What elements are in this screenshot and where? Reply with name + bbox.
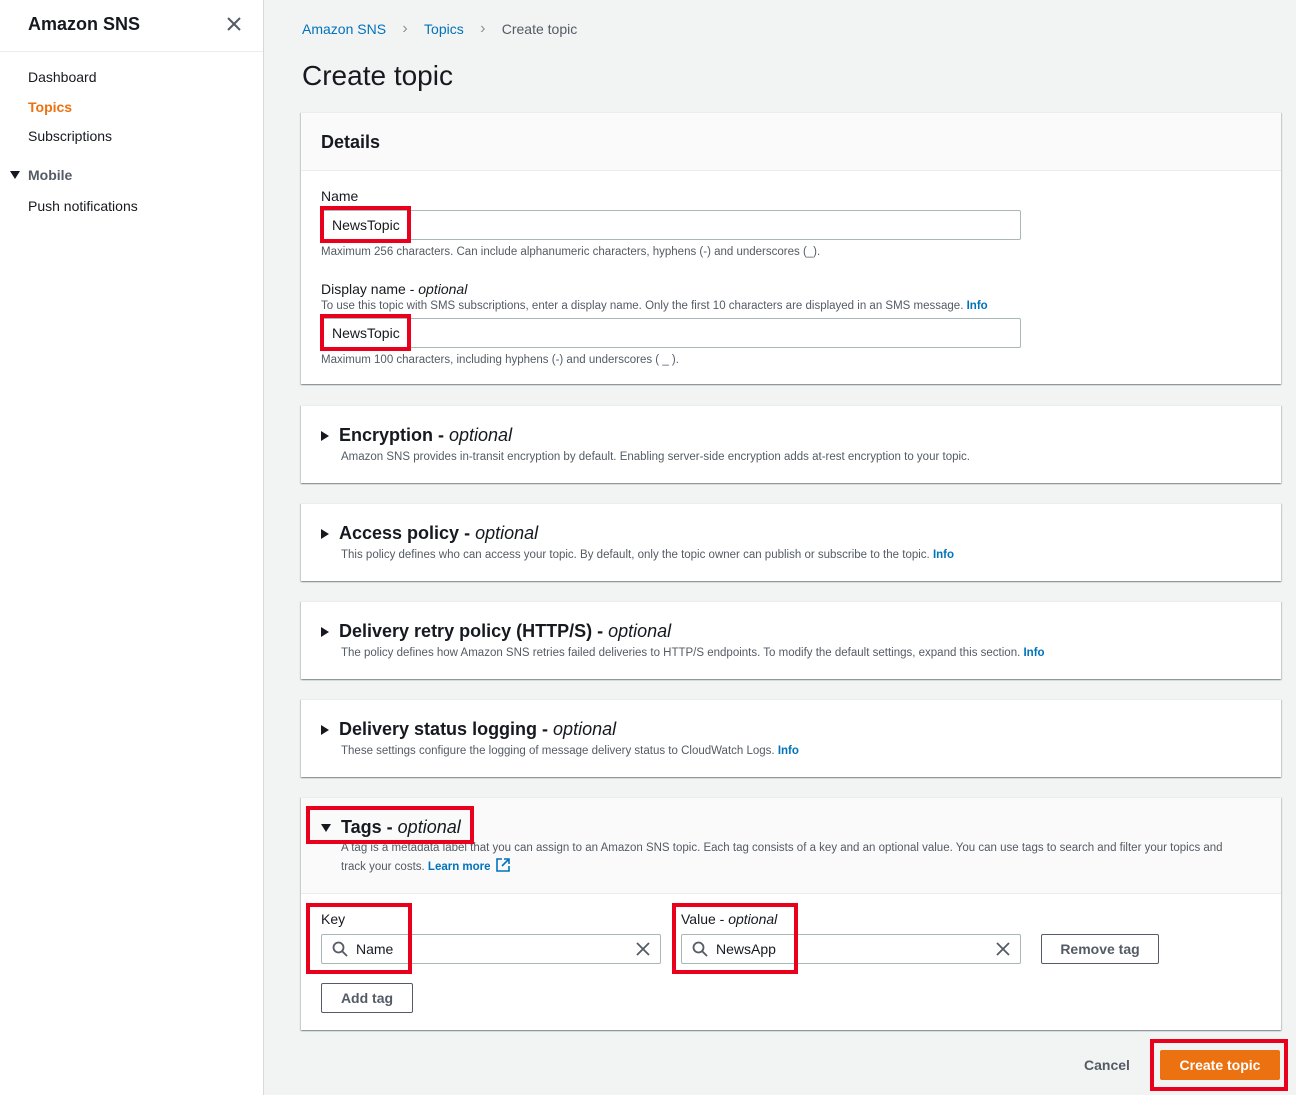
sidebar-title[interactable]: Amazon SNS: [28, 14, 140, 35]
delivery-logging-section: Delivery status logging - optional These…: [301, 699, 1281, 777]
close-icon[interactable]: [224, 14, 244, 34]
search-icon: [332, 941, 348, 957]
learn-more-link[interactable]: Learn more: [428, 861, 491, 873]
remove-tag-button[interactable]: Remove tag: [1041, 934, 1159, 964]
access-policy-title: Access policy - optional: [339, 523, 539, 543]
tags-description-line1: A tag is a metadata label that you can a…: [341, 842, 1223, 854]
delivery-retry-title: Delivery retry policy (HTTP/S) - optiona…: [339, 621, 672, 641]
display-name-input[interactable]: [321, 318, 1021, 348]
sidebar-item-push-notifications[interactable]: Push notifications: [28, 198, 138, 214]
tag-key-input[interactable]: [356, 938, 616, 960]
search-icon: [692, 941, 708, 957]
breadcrumb-amazon-sns[interactable]: Amazon SNS: [302, 21, 386, 37]
caret-right-icon: [321, 626, 329, 637]
info-link[interactable]: Info: [967, 300, 988, 312]
breadcrumb-topics[interactable]: Topics: [424, 21, 464, 37]
details-title: Details: [321, 132, 381, 152]
delivery-logging-description: These settings configure the logging of …: [341, 745, 799, 757]
sidebar-item-subscriptions[interactable]: Subscriptions: [28, 128, 112, 144]
tag-value-label: Value - optional: [681, 911, 778, 927]
encryption-toggle[interactable]: Encryption - optional: [321, 425, 512, 446]
encryption-description: Amazon SNS provides in-transit encryptio…: [341, 451, 970, 463]
access-policy-description: This policy defines who can access your …: [341, 549, 955, 561]
name-input[interactable]: [321, 210, 1021, 240]
caret-down-icon: [321, 823, 331, 832]
delivery-retry-description: The policy defines how Amazon SNS retrie…: [341, 647, 1045, 659]
display-name-hint: Maximum 100 characters, including hyphen…: [321, 354, 679, 366]
details-header: Details: [301, 113, 1281, 171]
sidebar-section-mobile[interactable]: Mobile: [10, 167, 72, 183]
name-label: Name: [321, 188, 359, 204]
details-panel: Details Name Maximum 256 characters. Can…: [301, 112, 1281, 384]
tags-title: Tags - optional: [341, 817, 461, 837]
encryption-section: Encryption - optional Amazon SNS provide…: [301, 405, 1281, 483]
sidebar-item-dashboard[interactable]: Dashboard: [28, 69, 97, 85]
sidebar: Amazon SNS Dashboard Topics Subscription…: [0, 0, 264, 1095]
caret-right-icon: [321, 724, 329, 735]
cancel-button[interactable]: Cancel: [1084, 1057, 1130, 1073]
delivery-retry-section: Delivery retry policy (HTTP/S) - optiona…: [301, 601, 1281, 679]
tags-toggle[interactable]: Tags - optional: [321, 817, 461, 838]
caret-right-icon: [321, 430, 329, 441]
access-policy-section: Access policy - optional This policy def…: [301, 503, 1281, 581]
encryption-title: Encryption - optional: [339, 425, 513, 445]
create-topic-button[interactable]: Create topic: [1160, 1050, 1280, 1080]
sidebar-header: Amazon SNS: [0, 0, 263, 52]
external-link-icon[interactable]: [495, 858, 510, 872]
add-tag-button[interactable]: Add tag: [321, 983, 413, 1013]
chevron-right-icon: ›: [480, 20, 486, 37]
tags-description-line2: track your costs. Learn more: [341, 858, 510, 873]
delivery-logging-title: Delivery status logging - optional: [339, 719, 617, 739]
tags-header: Tags - optional A tag is a metadata labe…: [301, 798, 1281, 894]
info-link[interactable]: Info: [1023, 647, 1044, 659]
tag-value-input[interactable]: [716, 938, 976, 960]
chevron-right-icon: ›: [402, 20, 408, 37]
tag-value-field[interactable]: [681, 934, 1021, 964]
display-name-label: Display name - optional: [321, 281, 468, 297]
sidebar-item-topics[interactable]: Topics: [28, 99, 72, 115]
breadcrumb: Amazon SNS › Topics › Create topic: [302, 20, 577, 38]
clear-icon[interactable]: [996, 942, 1010, 956]
caret-down-icon: [10, 171, 20, 179]
access-policy-toggle[interactable]: Access policy - optional: [321, 523, 538, 544]
tags-section: Tags - optional A tag is a metadata labe…: [301, 797, 1281, 1030]
delivery-logging-toggle[interactable]: Delivery status logging - optional: [321, 719, 616, 740]
page-title: Create topic: [302, 60, 453, 91]
display-name-description: To use this topic with SMS subscriptions…: [321, 300, 988, 312]
breadcrumb-current: Create topic: [501, 21, 578, 37]
info-link[interactable]: Info: [933, 549, 954, 561]
info-link[interactable]: Info: [778, 745, 799, 757]
clear-icon[interactable]: [636, 942, 650, 956]
tag-key-field[interactable]: [321, 934, 661, 964]
sidebar-section-label: Mobile: [28, 167, 73, 183]
tag-key-label: Key: [321, 911, 346, 927]
delivery-retry-toggle[interactable]: Delivery retry policy (HTTP/S) - optiona…: [321, 621, 671, 642]
name-hint: Maximum 256 characters. Can include alph…: [321, 246, 821, 258]
caret-right-icon: [321, 528, 329, 539]
